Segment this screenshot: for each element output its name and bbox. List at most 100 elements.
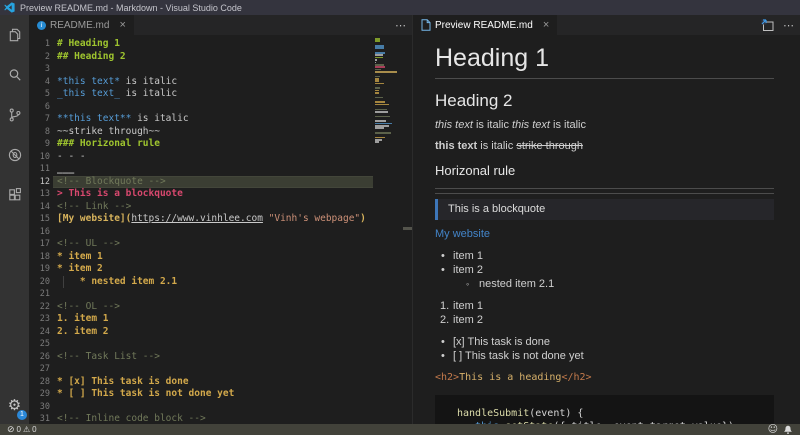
close-tab-icon[interactable] (119, 20, 125, 31)
list-item: • item 1 (441, 250, 483, 262)
source-control-icon[interactable] (0, 95, 29, 135)
preview-link[interactable]: My website (435, 228, 490, 240)
preview-unordered-list: • item 1 • item 2 ◦ nested item 2.1 (435, 249, 774, 291)
code-line[interactable]: 11 ___ (29, 163, 412, 176)
code-line[interactable]: 9 ### Horizonal rule (29, 138, 412, 151)
preview-hr (435, 188, 774, 189)
code-line[interactable]: 29 * [ ] This task is not done yet (29, 388, 412, 401)
status-bar: 0 0 (0, 424, 800, 435)
minimap-line (375, 127, 384, 129)
code-line[interactable]: 24 2. item 2 (29, 326, 412, 339)
code-line[interactable]: 6 (29, 101, 412, 114)
markdown-preview-file-icon (421, 19, 431, 31)
vscode-logo-icon (4, 2, 15, 13)
preview-heading: Heading 2 (435, 91, 513, 110)
problems-indicator[interactable]: 0 0 (7, 425, 37, 435)
code-line[interactable]: 23 1. item 1 (29, 313, 412, 326)
settings-badge: 1 (17, 410, 27, 420)
code-line[interactable]: 15 [My website](https://www.vinhlee.com "… (29, 213, 412, 226)
preview-paragraph: My website (435, 228, 774, 241)
code-line[interactable]: 26 <!-- Task List --> (29, 351, 412, 364)
code-line[interactable]: 17 <!-- UL --> (29, 238, 412, 251)
code-line[interactable]: 5 _this text_ is italic (29, 88, 412, 101)
preview-code-block: handleSubmit(event) { this.setState({ ti… (435, 395, 774, 424)
window-title: Preview README.md - Markdown - Visual St… (20, 2, 242, 13)
preview-paragraph: this text is italic strike through (435, 140, 583, 152)
code-lines: 1 # Heading 1 2 ## Heading 2 3 4 *this text* i… (29, 38, 412, 424)
minimap-line (375, 103, 389, 106)
readme-file-icon (37, 20, 46, 30)
search-icon[interactable] (0, 55, 29, 95)
list-item: • item 2 (441, 264, 483, 276)
more-actions-icon[interactable] (783, 19, 794, 32)
code-line[interactable]: 13 > This is a blockquote (29, 188, 412, 201)
code-line[interactable]: 30 (29, 401, 412, 414)
code-line[interactable]: 7 **this text** is italic (29, 113, 412, 126)
split-editor-icon[interactable] (761, 18, 774, 32)
code-line[interactable]: 2 ## Heading 2 (29, 51, 412, 64)
list-item: 2. item 2 (440, 314, 483, 326)
more-actions-icon[interactable] (395, 19, 406, 32)
code-line[interactable]: 19 * item 2 (29, 263, 412, 276)
settings-gear-icon[interactable]: 1 (0, 388, 29, 422)
close-tab-icon[interactable] (543, 20, 549, 31)
code-line[interactable]: 22 <!-- OL --> (29, 301, 412, 314)
minimap[interactable] (373, 38, 397, 424)
list-item: • [x] This task is done (441, 336, 551, 348)
warnings-count: 0 (32, 425, 37, 434)
preview-heading: Horizonal rule (435, 163, 516, 178)
minimap-line (375, 141, 379, 144)
preview-paragraph: this text is italic this text is italic (435, 119, 586, 131)
minimap-line (375, 96, 384, 99)
preview-hr (435, 193, 774, 194)
errors-count: 0 (16, 425, 21, 434)
preview-tab-bar: Preview README.md (413, 15, 800, 35)
editor-group-source: README.md 1# Heading 12## Heading 234*th… (29, 15, 412, 424)
activity-bar: 1 (0, 15, 29, 424)
code-line[interactable]: 12 <!-- Blockquote --> (29, 175, 412, 189)
extensions-icon[interactable] (0, 175, 29, 215)
minimap-line (375, 132, 391, 134)
list-item: •[ ] This task is not done yet (441, 350, 584, 362)
preview-blockquote: This is a blockquote (435, 199, 774, 220)
code-line[interactable]: 16 (29, 226, 412, 239)
code-line[interactable]: 4 *this text* is italic (29, 76, 412, 89)
code-line[interactable]: 18 * item 1 (29, 251, 412, 264)
code-line[interactable]: 25 (29, 338, 412, 351)
minimap-line (375, 92, 380, 94)
feedback-smiley-icon[interactable] (768, 424, 778, 435)
minimap-line (375, 70, 397, 73)
minimap-line (375, 82, 385, 85)
code-line[interactable]: 8 ~~strike through~~ (29, 126, 412, 139)
list-item: 1. item 1 (440, 300, 483, 312)
code-line[interactable]: 31 <!-- Inline code block --> (29, 413, 412, 424)
code-line[interactable]: 21 (29, 288, 412, 301)
minimap-line (375, 40, 381, 43)
code-line[interactable]: 1 # Heading 1 (29, 38, 412, 51)
preview-content[interactable]: Heading 1 Heading 2 this text is italic th… (413, 35, 800, 424)
minimap-line (375, 47, 385, 50)
preview-unordered-list: • [x] This task is done •[ ] This task is … (435, 335, 774, 363)
code-editor[interactable]: 1 # Heading 1 2 ## Heading 2 3 4 *this text* i… (29, 35, 412, 424)
tab-readme[interactable]: README.md (29, 15, 134, 35)
explorer-icon[interactable] (0, 15, 29, 55)
debug-icon[interactable] (0, 135, 29, 175)
code-line[interactable]: 10- - - (29, 151, 412, 164)
minimap-line (375, 110, 388, 113)
minimap-line (375, 115, 390, 118)
code-line[interactable]: 20 * nested item 2.1 (29, 275, 412, 288)
notifications-bell-icon[interactable] (783, 425, 793, 435)
preview-paragraph: <h2>This is a heading</h2> (435, 372, 592, 383)
tab-preview-readme[interactable]: Preview README.md (413, 15, 558, 35)
errors-icon (7, 425, 15, 435)
code-line[interactable]: 3 (29, 63, 412, 76)
warnings-icon (23, 425, 30, 434)
title-bar: Preview README.md - Markdown - Visual St… (0, 0, 800, 15)
code-line[interactable]: 14 <!-- Link --> (29, 201, 412, 214)
editor-group-preview: Preview README.md Heading 1 Heading 2 this… (412, 15, 800, 424)
overview-ruler-marker (403, 227, 412, 230)
list-item: ◦ nested item 2.1 (466, 278, 555, 290)
editor-tab-bar: README.md (29, 15, 412, 35)
code-line[interactable]: 28 * [x] This task is done (29, 376, 412, 389)
code-line[interactable]: 27 (29, 363, 412, 376)
